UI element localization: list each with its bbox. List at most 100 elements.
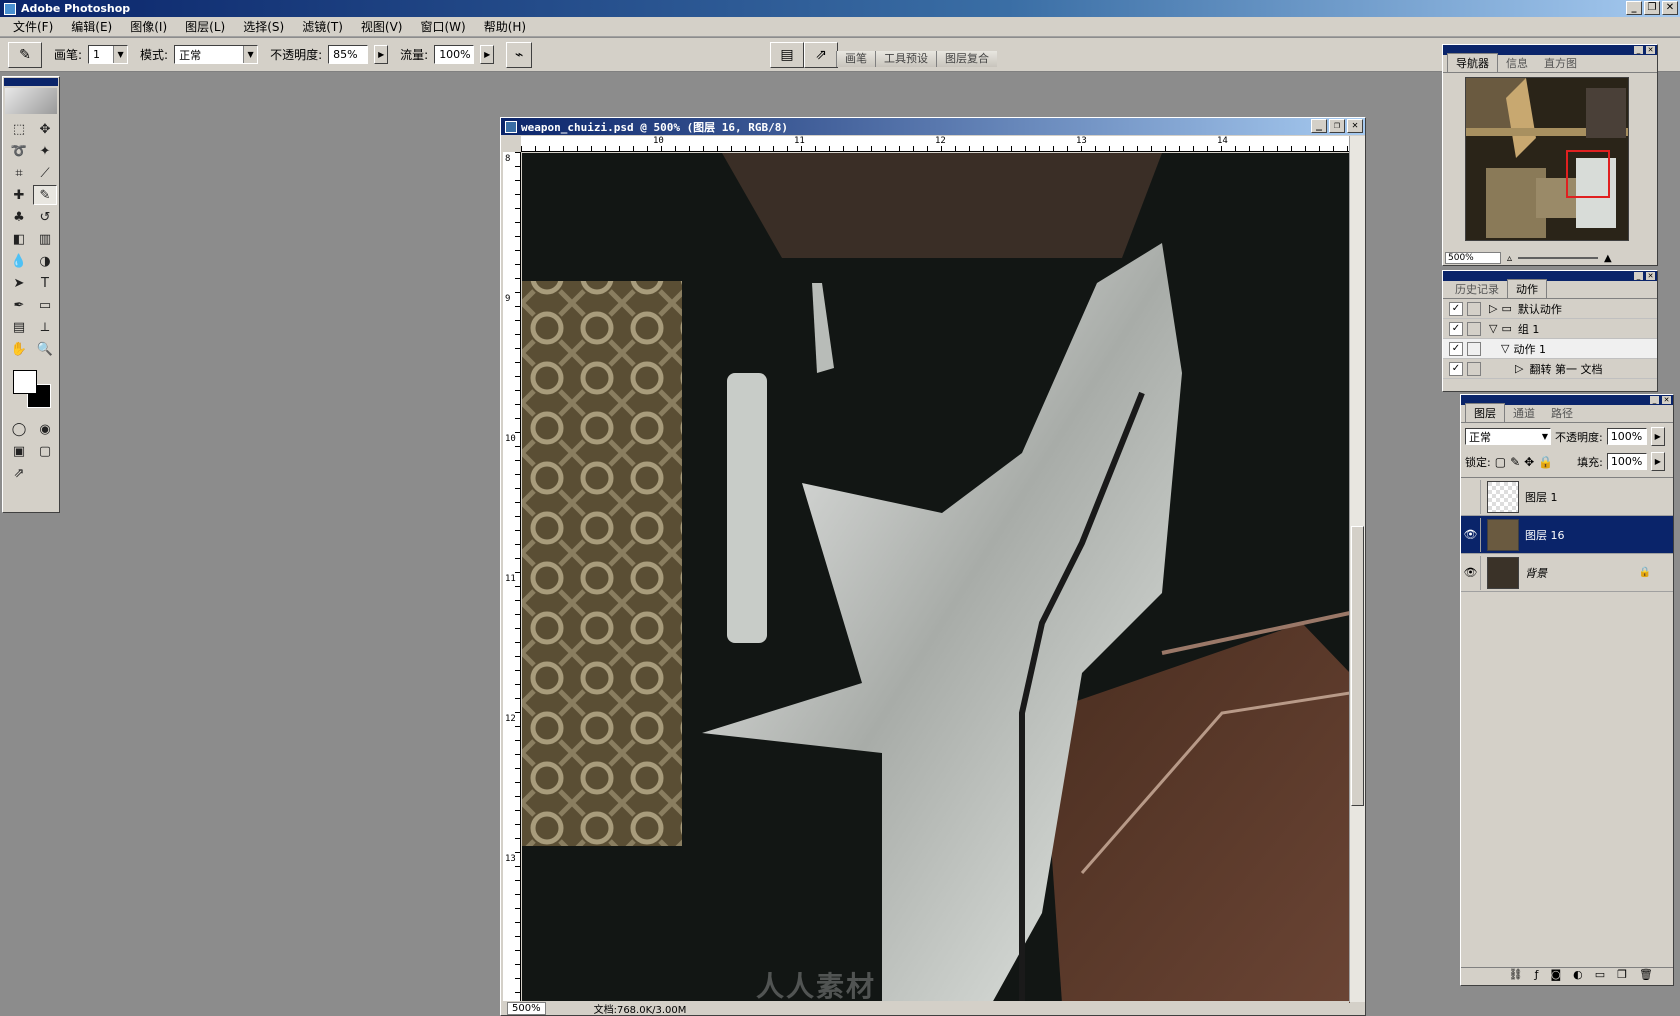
jump-to-imageready-button[interactable]: ⇗ xyxy=(804,42,838,68)
fullscreen-mode-icon[interactable]: ▢ xyxy=(33,441,57,461)
notes-tool-icon[interactable]: ▤ xyxy=(7,317,31,337)
close-button[interactable]: ✕ xyxy=(1662,1,1678,15)
dialog-toggle[interactable] xyxy=(1467,321,1481,336)
zoom-out-icon[interactable]: ▵ xyxy=(1507,253,1512,264)
expand-arrow-icon[interactable]: ▷ xyxy=(1515,362,1523,375)
path-selection-tool-icon[interactable]: ➤ xyxy=(7,273,31,293)
vertical-scrollbar[interactable] xyxy=(1349,136,1365,1002)
horizontal-ruler[interactable]: 10 11 12 13 14 xyxy=(521,136,1349,152)
foreground-color[interactable] xyxy=(13,370,37,394)
action-item-1[interactable]: ✓ ▽ 动作 1 xyxy=(1443,339,1657,359)
zoom-tool-icon[interactable]: 🔍 xyxy=(33,339,57,359)
imageready-jump-icon[interactable]: ⇗ xyxy=(7,463,31,483)
doc-restore-button[interactable]: ❐ xyxy=(1329,119,1345,133)
zoom-slider[interactable] xyxy=(1518,257,1599,259)
tab-history[interactable]: 历史记录 xyxy=(1447,280,1507,298)
history-brush-tool-icon[interactable]: ↺ xyxy=(33,207,57,227)
fill-slider-button[interactable]: ▶ xyxy=(1650,452,1665,471)
blend-mode-select[interactable]: 正常 ▼ xyxy=(1465,428,1551,445)
collapse-arrow-icon[interactable]: ▽ xyxy=(1501,342,1509,355)
zoom-in-icon[interactable]: ▲ xyxy=(1604,253,1612,264)
type-tool-icon[interactable]: T xyxy=(33,273,57,293)
navigator-zoom-field[interactable]: 500% xyxy=(1445,252,1501,264)
checkmark-icon[interactable]: ✓ xyxy=(1449,301,1463,316)
lock-pixels-icon[interactable]: ✎ xyxy=(1510,455,1520,469)
eye-icon[interactable]: 👁 xyxy=(1461,517,1481,552)
menu-edit[interactable]: 编辑(E) xyxy=(62,18,121,35)
menu-window[interactable]: 窗口(W) xyxy=(411,18,474,35)
layer-style-icon[interactable]: ƒ xyxy=(1535,968,1539,983)
menu-file[interactable]: 文件(F) xyxy=(4,18,62,35)
dialog-toggle[interactable] xyxy=(1467,361,1481,376)
menu-image[interactable]: 图像(I) xyxy=(121,18,176,35)
lock-all-icon[interactable]: 🔒 xyxy=(1538,455,1553,469)
crop-tool-icon[interactable]: ⌗ xyxy=(7,163,31,183)
flow-slider-button[interactable]: ▶ xyxy=(480,45,495,64)
clone-stamp-tool-icon[interactable]: ♣ xyxy=(7,207,31,227)
checkmark-icon[interactable]: ✓ xyxy=(1449,341,1463,356)
magic-wand-tool-icon[interactable]: ✦ xyxy=(33,141,57,161)
link-icon[interactable]: ⛓ xyxy=(1509,968,1523,983)
document-titlebar[interactable]: weapon_chuizi.psd @ 500% (图层 16, RGB/8) … xyxy=(501,118,1365,135)
hand-tool-icon[interactable]: ✋ xyxy=(7,339,31,359)
doc-minimize-button[interactable]: _ xyxy=(1311,119,1327,133)
well-tab-brushes[interactable]: 画笔 xyxy=(836,51,875,67)
expand-arrow-icon[interactable]: ▷ xyxy=(1489,302,1497,315)
move-tool-icon[interactable]: ✥ xyxy=(33,119,57,139)
checkmark-icon[interactable]: ✓ xyxy=(1449,321,1463,336)
mode-select[interactable]: 正常 ▼ xyxy=(174,45,259,64)
flow-input[interactable]: 100% xyxy=(434,45,475,64)
eye-icon[interactable]: 👁 xyxy=(1461,555,1481,590)
doc-close-button[interactable]: ✕ xyxy=(1347,119,1363,133)
eyedropper-tool-icon[interactable]: ⟂ xyxy=(33,317,57,337)
slice-tool-icon[interactable]: ⟋ xyxy=(33,163,57,183)
restore-button[interactable]: ❐ xyxy=(1644,1,1660,15)
pen-tool-icon[interactable]: ✒ xyxy=(7,295,31,315)
brush-size-picker[interactable]: 1 ▼ xyxy=(88,45,129,64)
layer-row-background[interactable]: 👁 背景 🔒 xyxy=(1461,554,1673,592)
dodge-tool-icon[interactable]: ◑ xyxy=(33,251,57,271)
adobe-feather-logo[interactable] xyxy=(5,88,57,114)
tab-info[interactable]: 信息 xyxy=(1498,54,1536,72)
menu-filter[interactable]: 滤镜(T) xyxy=(293,18,352,35)
lock-transparency-icon[interactable]: ▢ xyxy=(1495,455,1506,469)
tab-histogram[interactable]: 直方图 xyxy=(1536,54,1585,72)
toolbox-header[interactable] xyxy=(4,78,58,86)
menu-layer[interactable]: 图层(L) xyxy=(176,18,234,35)
tab-navigator[interactable]: 导航器 xyxy=(1447,53,1498,72)
layer-row-1[interactable]: 图层 1 xyxy=(1461,478,1673,516)
fill-input[interactable]: 100% xyxy=(1606,453,1647,470)
visibility-toggle[interactable] xyxy=(1461,479,1481,514)
tab-channels[interactable]: 通道 xyxy=(1505,404,1543,422)
tab-actions[interactable]: 动作 xyxy=(1507,279,1547,298)
layer-mask-icon[interactable]: ◙ xyxy=(1550,968,1561,983)
panel-close-icon[interactable]: ✕ xyxy=(1646,46,1655,54)
eraser-tool-icon[interactable]: ◧ xyxy=(7,229,31,249)
adjustment-layer-icon[interactable]: ◐ xyxy=(1573,968,1583,983)
panel-minimize-icon[interactable]: _ xyxy=(1634,46,1643,54)
opacity-slider-button[interactable]: ▶ xyxy=(374,45,389,64)
navigator-view-rect[interactable] xyxy=(1566,150,1610,198)
dialog-toggle[interactable] xyxy=(1467,341,1481,356)
menu-view[interactable]: 视图(V) xyxy=(352,18,412,35)
new-layer-icon[interactable]: ❐ xyxy=(1617,968,1627,983)
panel-minimize-icon[interactable]: _ xyxy=(1634,272,1643,280)
blur-tool-icon[interactable]: 💧 xyxy=(7,251,31,271)
gradient-tool-icon[interactable]: ▥ xyxy=(33,229,57,249)
layer-opacity-input[interactable]: 100% xyxy=(1606,428,1647,445)
rectangle-tool-icon[interactable]: ▭ xyxy=(33,295,57,315)
action-set-default[interactable]: ✓ ▷ ▭ 默认动作 xyxy=(1443,299,1657,319)
navigator-preview[interactable] xyxy=(1465,77,1629,241)
tab-paths[interactable]: 路径 xyxy=(1543,404,1581,422)
minimize-button[interactable]: _ xyxy=(1626,1,1642,15)
dialog-toggle[interactable] xyxy=(1467,301,1481,316)
checkmark-icon[interactable]: ✓ xyxy=(1449,361,1463,376)
file-browser-button[interactable]: ▤ xyxy=(770,42,804,68)
scrollbar-thumb[interactable] xyxy=(1351,526,1364,806)
vertical-ruler[interactable]: 8 9 10 11 12 13 xyxy=(503,152,521,1002)
new-group-icon[interactable]: ▭ xyxy=(1595,968,1605,983)
delete-layer-icon[interactable]: 🗑 xyxy=(1639,968,1653,983)
tab-layers[interactable]: 图层 xyxy=(1465,403,1505,422)
image-canvas[interactable] xyxy=(522,153,1350,1003)
tool-preset-picker[interactable]: ✎ xyxy=(8,41,42,68)
